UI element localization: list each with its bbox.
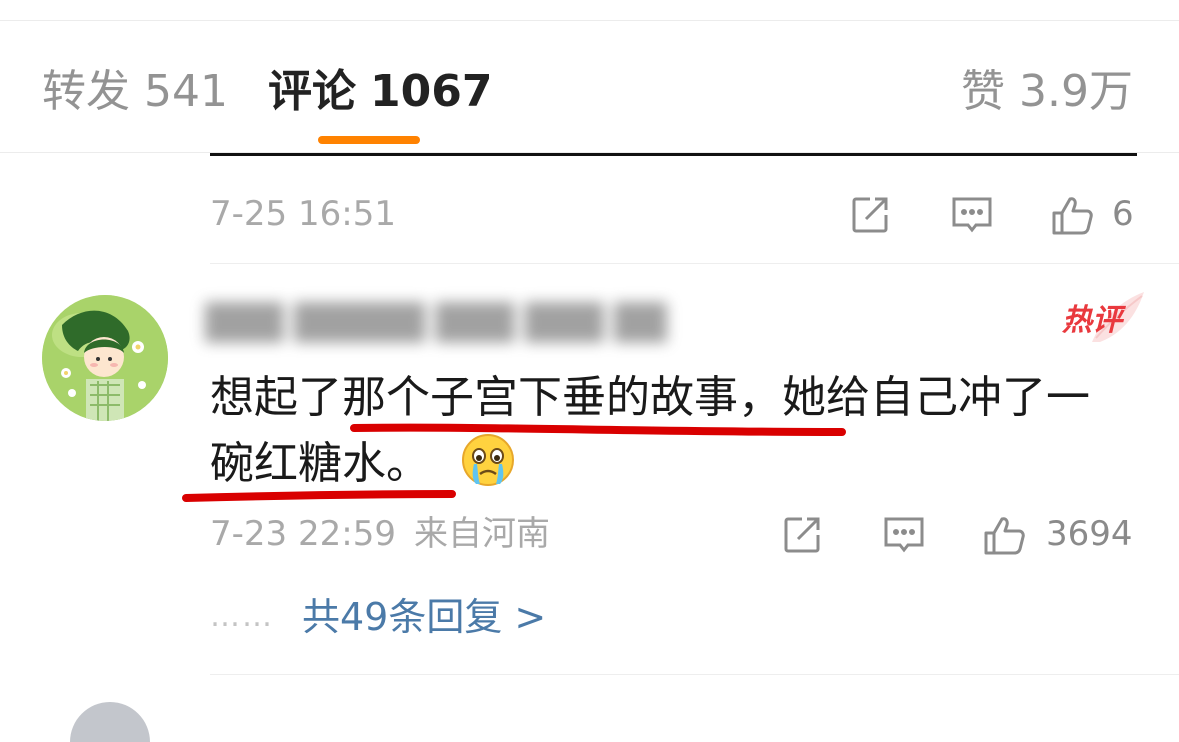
comment-body: 想起了那个子宫下垂的故事，她给自己冲了一碗红糖水。 (210, 372, 1090, 489)
next-comment-avatar[interactable] (70, 702, 150, 742)
hot-badge-label: 热评 (1062, 303, 1122, 338)
hot-comment-badge: 热评 (1052, 290, 1144, 350)
username[interactable]: ███ █████ ███ ███ ██ (205, 298, 765, 348)
avatar[interactable] (42, 295, 168, 421)
tab-reposts-label: 转发 (42, 66, 130, 117)
comment-like-count: 3694 (1046, 514, 1133, 554)
like-icon[interactable] (982, 513, 1026, 557)
comment-separator (210, 263, 1179, 264)
tab-comments[interactable]: 评论 1067 (268, 66, 492, 118)
comment-icon[interactable] (882, 513, 926, 557)
comment-location: 来自河南 (413, 514, 550, 554)
share-icon[interactable] (848, 193, 892, 237)
comment-icon[interactable] (950, 193, 994, 237)
tab-comments-label: 评论 (268, 66, 356, 117)
tab-comments-count: 1067 (370, 66, 493, 117)
tab-likes-count: 3.9万 (1019, 66, 1133, 117)
tab-reposts-count: 541 (144, 66, 228, 117)
crying-face-emoji-icon (460, 432, 516, 488)
share-icon[interactable] (780, 513, 824, 557)
tab-likes-label: 赞 (961, 66, 1006, 117)
comment-meta: 7-23 22:59 来自河南 3694 (210, 510, 1137, 558)
previous-comment-time: 7-25 16:51 (210, 194, 396, 234)
comment-time: 7-23 22:59 (210, 514, 396, 554)
comment-bottom-separator (210, 674, 1179, 675)
top-divider (0, 20, 1179, 21)
tab-likes[interactable]: 赞 3.9万 (961, 66, 1133, 118)
previous-comment-meta: 7-25 16:51 6 (210, 190, 1137, 238)
replies-ellipsis: …… (210, 599, 274, 634)
comment-text: 想起了那个子宫下垂的故事，她给自己冲了一碗红糖水。 (210, 365, 1120, 497)
active-tab-indicator (318, 136, 420, 144)
replies-row: …… 共49条回复 > (210, 592, 546, 642)
view-replies-link[interactable]: 共49条回复 > (302, 592, 546, 642)
previous-comment-like-count: 6 (1112, 194, 1134, 234)
previous-comment-edge (210, 153, 1137, 156)
tabs-bar: 转发 541 评论 1067 赞 3.9万 (0, 40, 1179, 153)
like-icon[interactable] (1050, 193, 1094, 237)
comment-time-and-location: 7-23 22:59 来自河南 (210, 510, 550, 558)
tab-reposts[interactable]: 转发 541 (42, 66, 228, 118)
